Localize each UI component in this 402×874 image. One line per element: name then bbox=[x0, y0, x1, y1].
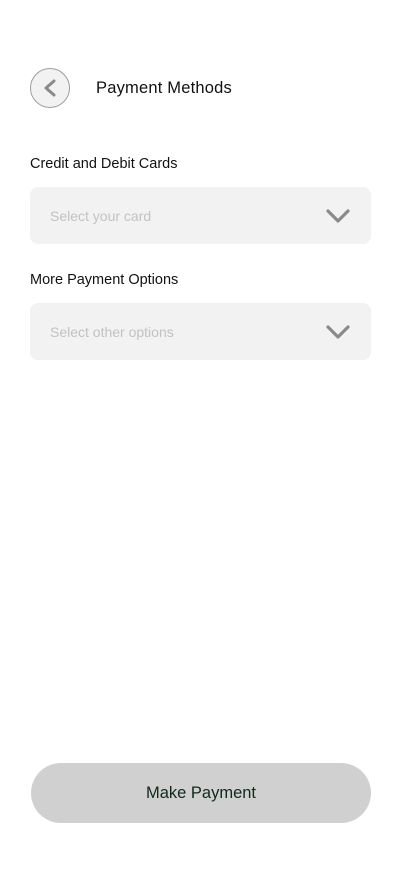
card-select[interactable]: Select your card bbox=[30, 187, 371, 244]
chevron-down-icon bbox=[325, 208, 351, 224]
chevron-down-icon bbox=[325, 324, 351, 340]
back-button[interactable] bbox=[30, 68, 70, 108]
chevron-left-icon bbox=[42, 79, 58, 97]
cards-section-label: Credit and Debit Cards bbox=[30, 156, 178, 172]
page-title: Payment Methods bbox=[96, 78, 232, 97]
page-header: Payment Methods bbox=[30, 68, 232, 108]
other-options-select[interactable]: Select other options bbox=[30, 303, 371, 360]
make-payment-button[interactable]: Make Payment bbox=[31, 763, 371, 823]
other-options-select-placeholder: Select other options bbox=[50, 323, 174, 340]
make-payment-label: Make Payment bbox=[145, 783, 257, 802]
other-options-section-label: More Payment Options bbox=[30, 272, 179, 288]
card-select-placeholder: Select your card bbox=[50, 207, 152, 224]
